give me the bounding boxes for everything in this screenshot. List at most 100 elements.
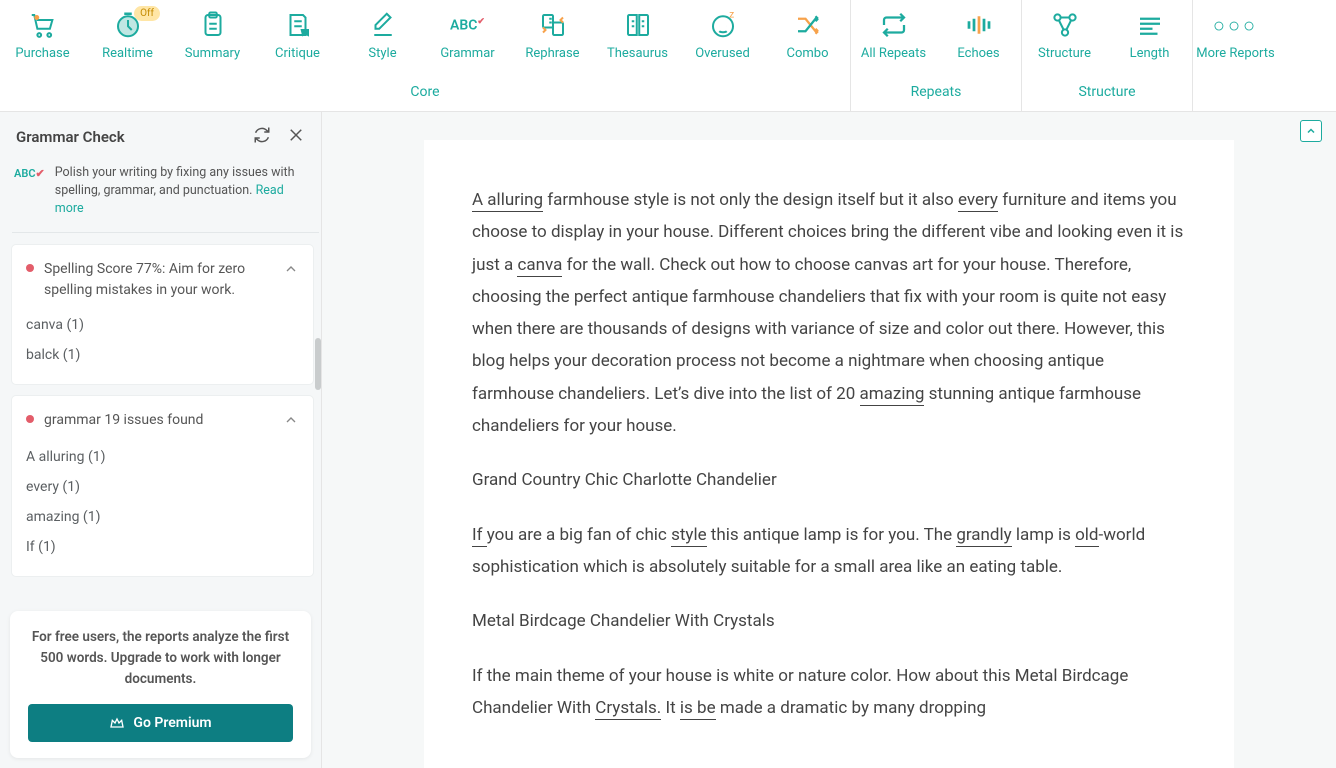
group-label: Repeats	[851, 78, 1021, 106]
svg-text:z: z	[729, 10, 734, 21]
group-label	[1193, 78, 1278, 106]
panel-intro: ABC✔ Polish your writing by fixing any i…	[12, 158, 319, 233]
editor-area: A alluring farmhouse style is not only t…	[322, 112, 1336, 768]
grammar-abc-icon: ABC✔	[14, 166, 45, 218]
panel-title: Grammar Check	[16, 128, 125, 146]
tool-label: Length	[1130, 46, 1170, 61]
document[interactable]: A alluring farmhouse style is not only t…	[424, 140, 1234, 768]
toolbar-group-structure: Structure Length Structure	[1021, 0, 1192, 112]
issue-highlight[interactable]: old	[1075, 525, 1098, 547]
main: Grammar Check ABC✔ Polish your writing b…	[0, 112, 1336, 768]
premium-message: For free users, the reports analyze the …	[28, 627, 293, 690]
scrollbar-thumb[interactable]	[315, 338, 321, 390]
issue-item[interactable]: every (1)	[26, 472, 299, 502]
issue-card: Spelling Score 77%: Aim for zero spellin…	[12, 245, 313, 384]
severity-dot	[26, 264, 34, 272]
summary-icon	[198, 10, 228, 40]
tool-purchase[interactable]: Purchase	[0, 10, 85, 78]
issue-item[interactable]: A alluring (1)	[26, 442, 299, 472]
rephrase-icon	[538, 10, 568, 40]
card-header[interactable]: grammar 19 issues found	[26, 410, 299, 432]
group-label: Core	[0, 78, 850, 106]
close-icon[interactable]	[287, 126, 305, 148]
combo-icon	[793, 10, 823, 40]
toolbar-group-repeats: All Repeats Echoes Repeats	[850, 0, 1021, 112]
issue-highlight[interactable]: style	[671, 525, 707, 547]
severity-dot	[26, 415, 34, 423]
premium-card: For free users, the reports analyze the …	[10, 611, 311, 758]
tool-label: Combo	[787, 46, 829, 61]
tool-label: Summary	[185, 46, 240, 61]
issue-item[interactable]: balck (1)	[26, 340, 299, 370]
refresh-icon[interactable]	[253, 126, 271, 148]
grammar-icon: ABC✔	[450, 10, 485, 40]
style-icon	[368, 10, 398, 40]
premium-button-label: Go Premium	[133, 715, 211, 731]
issue-highlight[interactable]: is be	[680, 698, 716, 720]
thesaurus-icon	[623, 10, 653, 40]
more-icon: ○○○	[1213, 10, 1258, 40]
tool-echoes[interactable]: Echoes	[936, 10, 1021, 78]
tool-more[interactable]: ○○○ More Reports	[1193, 10, 1278, 78]
tool-grammar[interactable]: ABC✔ Grammar	[425, 10, 510, 78]
tool-summary[interactable]: Summary	[170, 10, 255, 78]
tool-label: Realtime	[102, 46, 153, 61]
crown-icon	[109, 715, 125, 731]
structure-icon	[1050, 10, 1080, 40]
chevron-up-icon	[283, 261, 299, 281]
tool-length[interactable]: Length	[1107, 10, 1192, 78]
tool-overused[interactable]: z Overused	[680, 10, 765, 78]
toolbar: Purchase RealtimeOff Summary Critique Style A…	[0, 0, 1336, 112]
card-header[interactable]: Spelling Score 77%: Aim for zero spellin…	[26, 259, 299, 300]
tool-label: Grammar	[440, 46, 494, 61]
tool-allrepeats[interactable]: All Repeats	[851, 10, 936, 78]
length-icon	[1135, 10, 1165, 40]
echoes-icon	[964, 10, 994, 40]
paragraph[interactable]: A alluring farmhouse style is not only t…	[472, 184, 1186, 442]
tool-critique[interactable]: Critique	[255, 10, 340, 78]
critique-icon	[283, 10, 313, 40]
panel-header: Grammar Check	[0, 112, 321, 158]
tool-thesaurus[interactable]: Thesaurus	[595, 10, 680, 78]
issue-item[interactable]: canva (1)	[26, 310, 299, 340]
toolbar-group-more: ○○○ More Reports	[1192, 0, 1278, 112]
issue-highlight[interactable]: Crystals.	[595, 698, 661, 720]
chevron-up-icon	[283, 412, 299, 432]
tool-combo[interactable]: Combo	[765, 10, 850, 78]
collapse-toggle[interactable]	[1300, 120, 1322, 142]
card-title: grammar 19 issues found	[44, 410, 283, 430]
issue-item[interactable]: amazing (1)	[26, 502, 299, 532]
paragraph[interactable]: If you are a big fan of chic style this …	[472, 519, 1186, 584]
go-premium-button[interactable]: Go Premium	[28, 704, 293, 742]
purchase-icon	[28, 10, 58, 40]
tool-rephrase[interactable]: Rephrase	[510, 10, 595, 78]
tool-style[interactable]: Style	[340, 10, 425, 78]
tool-structure[interactable]: Structure	[1022, 10, 1107, 78]
tool-label: Purchase	[15, 46, 69, 61]
issue-highlight[interactable]: every	[958, 190, 998, 212]
tool-label: Rephrase	[525, 46, 579, 61]
issue-highlight[interactable]: If	[472, 525, 487, 547]
tool-label: Style	[368, 46, 396, 61]
heading[interactable]: Grand Country Chic Charlotte Chandelier	[472, 464, 1186, 496]
heading[interactable]: Metal Birdcage Chandelier With Crystals	[472, 605, 1186, 637]
issue-item[interactable]: If (1)	[26, 532, 299, 562]
issue-highlight[interactable]: canva	[517, 255, 562, 277]
tool-label: More Reports	[1196, 46, 1274, 61]
issue-highlight[interactable]: grandly	[956, 525, 1011, 547]
tool-label: Echoes	[957, 46, 999, 61]
issue-highlight[interactable]: amazing	[860, 384, 925, 406]
issue-highlight[interactable]: A alluring	[472, 190, 543, 212]
tool-label: Critique	[275, 46, 320, 61]
tool-label: Overused	[695, 46, 750, 61]
tool-label: Structure	[1038, 46, 1091, 61]
tool-label: All Repeats	[861, 46, 926, 61]
toolbar-group-core: Purchase RealtimeOff Summary Critique Style A…	[0, 0, 850, 112]
group-label: Structure	[1022, 78, 1192, 106]
tool-label: Thesaurus	[607, 46, 668, 61]
allrepeats-icon	[879, 10, 909, 40]
overused-icon: z	[708, 10, 738, 40]
tool-realtime[interactable]: RealtimeOff	[85, 10, 170, 78]
issue-card: grammar 19 issues found A alluring (1)eve…	[12, 396, 313, 576]
paragraph[interactable]: If the main theme of your house is white…	[472, 660, 1186, 725]
